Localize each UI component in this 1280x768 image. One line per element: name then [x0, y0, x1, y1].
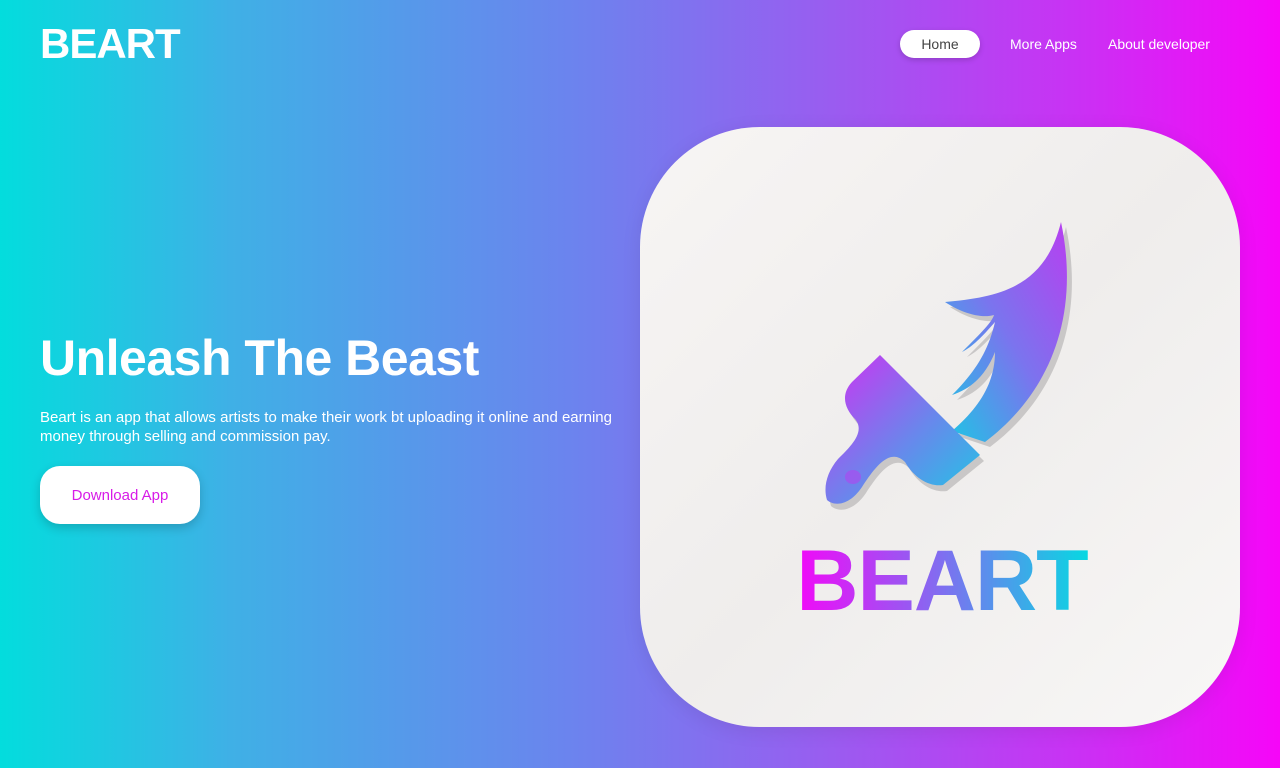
site-logo[interactable]: BEART	[40, 20, 181, 68]
hero-description: Beart is an app that allows artists to m…	[40, 409, 612, 445]
app-icon-card: BEART	[640, 127, 1240, 727]
download-app-button[interactable]: Download App	[40, 466, 200, 524]
nav-home-link[interactable]: Home	[900, 30, 980, 58]
nav-about-developer-link[interactable]: About developer	[1108, 30, 1210, 58]
nav-more-apps-link[interactable]: More Apps	[1010, 30, 1077, 58]
hero-title: Unleash The Beast	[40, 330, 479, 386]
app-wordmark: BEART	[796, 533, 1088, 629]
paintbrush-icon	[825, 222, 1072, 510]
app-logo-graphic: BEART	[796, 222, 1089, 629]
